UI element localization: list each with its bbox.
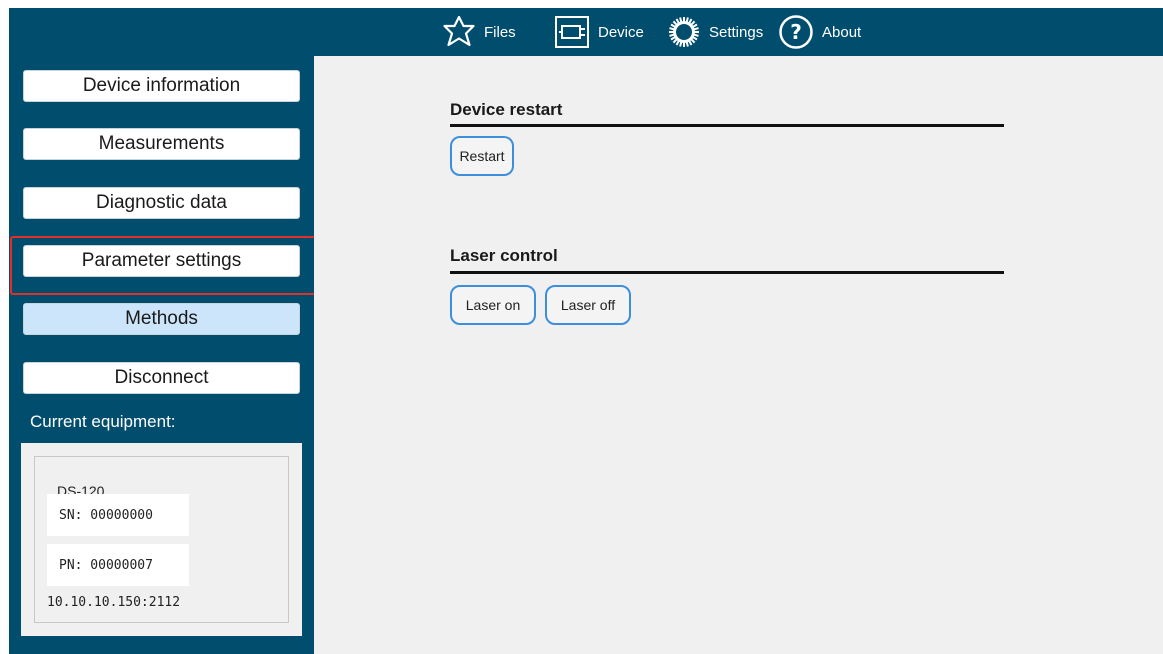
sidebar-item-disconnect[interactable]: Disconnect xyxy=(23,362,300,394)
sidebar-item-measurements[interactable]: Measurements xyxy=(23,128,300,160)
current-equipment-label: Current equipment: xyxy=(30,412,176,431)
device-icon xyxy=(555,16,589,48)
restart-button[interactable]: Restart xyxy=(450,136,514,176)
sidebar-item-device-information[interactable]: Device information xyxy=(23,70,300,102)
top-nav-bar: Files Device Settings ? About xyxy=(9,8,1163,56)
sidebar-item-parameter-settings[interactable]: Parameter settings xyxy=(23,245,300,277)
laser-control-title: Laser control xyxy=(450,246,558,265)
equipment-part-number: PN: 00000007 xyxy=(47,544,189,586)
nav-about-label: About xyxy=(822,23,862,41)
laser-off-button[interactable]: Laser off xyxy=(545,285,631,325)
nav-files[interactable]: Files xyxy=(442,14,516,50)
gear-icon xyxy=(669,17,699,47)
question-icon: ? xyxy=(779,15,813,49)
device-restart-title: Device restart xyxy=(450,100,563,119)
equipment-address: 10.10.10.150:2112 xyxy=(47,595,181,610)
sidebar-item-methods[interactable]: Methods xyxy=(23,303,300,335)
laser-on-button[interactable]: Laser on xyxy=(450,285,536,325)
sidebar: Device information Measurements Diagnost… xyxy=(9,56,314,654)
nav-settings-label: Settings xyxy=(709,23,764,41)
nav-device-label: Device xyxy=(598,23,644,41)
laser-control-divider xyxy=(450,271,1004,274)
svg-text:?: ? xyxy=(790,20,802,44)
nav-about[interactable]: ? About xyxy=(778,14,861,50)
sidebar-item-diagnostic-data[interactable]: Diagnostic data xyxy=(23,187,300,219)
equipment-serial-number: SN: 00000000 xyxy=(47,494,189,536)
star-icon xyxy=(443,15,475,47)
main-content: Device restart Restart Laser control Las… xyxy=(314,56,1163,654)
app-window: Files Device Settings ? About Device inf… xyxy=(9,8,1163,654)
current-equipment-panel: DS-120 SN: 00000000 PN: 00000007 10.10.1… xyxy=(21,443,302,636)
nav-device[interactable]: Device xyxy=(554,14,644,50)
nav-files-label: Files xyxy=(484,23,516,41)
device-restart-divider xyxy=(450,124,1004,127)
nav-settings[interactable]: Settings xyxy=(667,14,763,50)
